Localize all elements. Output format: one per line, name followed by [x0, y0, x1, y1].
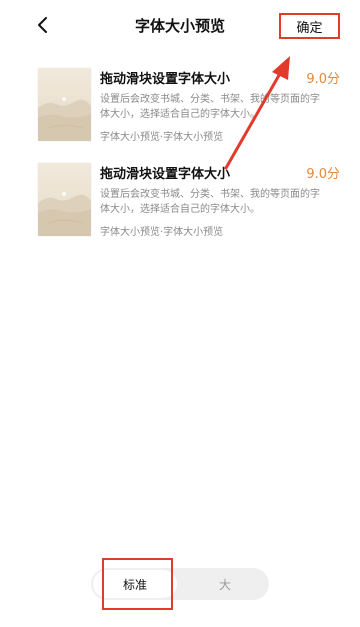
book-tags: 字体大小预览·字体大小预览 — [100, 227, 224, 238]
book-title: 拖动滑块设置字体大小 — [100, 72, 231, 87]
book-title: 拖动滑块设置字体大小 — [100, 167, 231, 182]
book-description: 设置后会改变书城、分类、书架、我的等页面的字体大小，选择适合自己的字体大小。 — [100, 94, 320, 120]
top-bar: 字体大小预览 确定 — [0, 0, 360, 50]
option-large[interactable]: 大 — [183, 570, 267, 598]
font-size-switch: 标准 大 — [91, 568, 269, 600]
book-score: 9.0分 — [306, 72, 340, 87]
confirm-button[interactable]: 确定 — [279, 13, 340, 39]
book-score: 9.0分 — [306, 167, 340, 182]
book-card[interactable]: 拖动滑块设置字体大小 9.0分 设置后会改变书城、分类、书架、我的等页面的字体大… — [38, 163, 360, 241]
book-tags: 字体大小预览·字体大小预览 — [100, 132, 224, 143]
book-card[interactable]: 拖动滑块设置字体大小 9.0分 设置后会改变书城、分类、书架、我的等页面的字体大… — [38, 68, 360, 146]
book-cover — [38, 68, 91, 141]
book-description: 设置后会改变书城、分类、书架、我的等页面的字体大小，选择适合自己的字体大小。 — [100, 189, 320, 215]
option-standard[interactable]: 标准 — [93, 570, 177, 598]
book-cover — [38, 163, 91, 236]
